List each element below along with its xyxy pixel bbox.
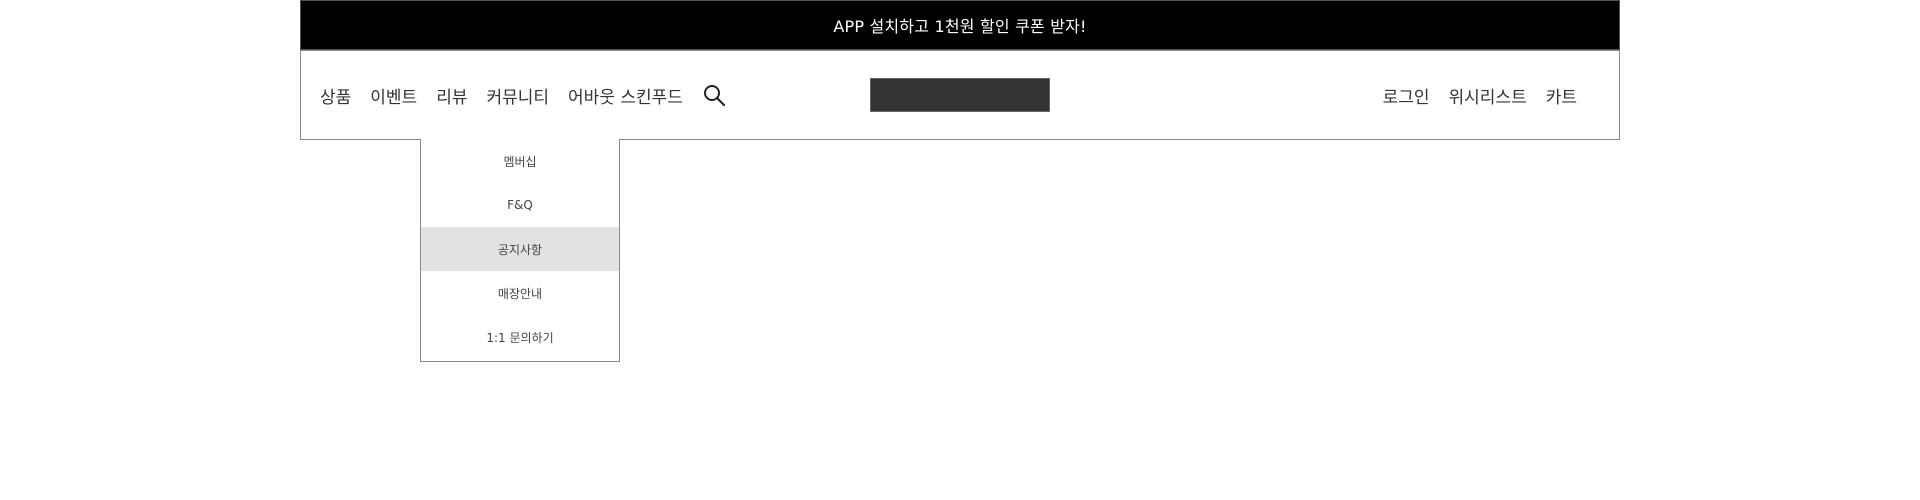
nav-item-reviews[interactable]: 리뷰 [436,83,467,108]
cart-link[interactable]: 카트 [1546,83,1577,108]
user-nav: 로그인 위시리스트 카트 [1383,51,1577,139]
nav-item-about[interactable]: 어바웃 스킨푸드 [568,83,683,108]
page: APP 설치하고 1천원 할인 쿠폰 받자! 상품 이벤트 리뷰 커뮤니티 어바… [0,0,1920,500]
dropdown-item-membership[interactable]: 멤버십 [421,139,619,183]
search-icon[interactable] [702,83,726,107]
main-nav: 상품 이벤트 리뷰 커뮤니티 어바웃 스킨푸드 [320,51,726,139]
dropdown-item-stores[interactable]: 매장안내 [421,271,619,315]
promo-text: APP 설치하고 1천원 할인 쿠폰 받자! [833,17,1087,36]
promo-banner[interactable]: APP 설치하고 1천원 할인 쿠폰 받자! [300,0,1620,50]
dropdown-item-faq[interactable]: F&Q [421,183,619,227]
wishlist-link[interactable]: 위시리스트 [1449,83,1527,108]
header: 상품 이벤트 리뷰 커뮤니티 어바웃 스킨푸드 로그인 위시리스트 카트 [300,50,1620,140]
dropdown-item-notice[interactable]: 공지사항 [421,227,619,271]
dropdown-item-inquiry[interactable]: 1:1 문의하기 [421,315,619,359]
nav-item-products[interactable]: 상품 [320,83,351,108]
login-link[interactable]: 로그인 [1383,83,1430,108]
nav-item-events[interactable]: 이벤트 [370,83,417,108]
community-dropdown-menu: 멤버십 F&Q 공지사항 매장안내 1:1 문의하기 [420,139,620,362]
nav-item-community[interactable]: 커뮤니티 [486,83,549,108]
logo[interactable] [870,78,1050,112]
